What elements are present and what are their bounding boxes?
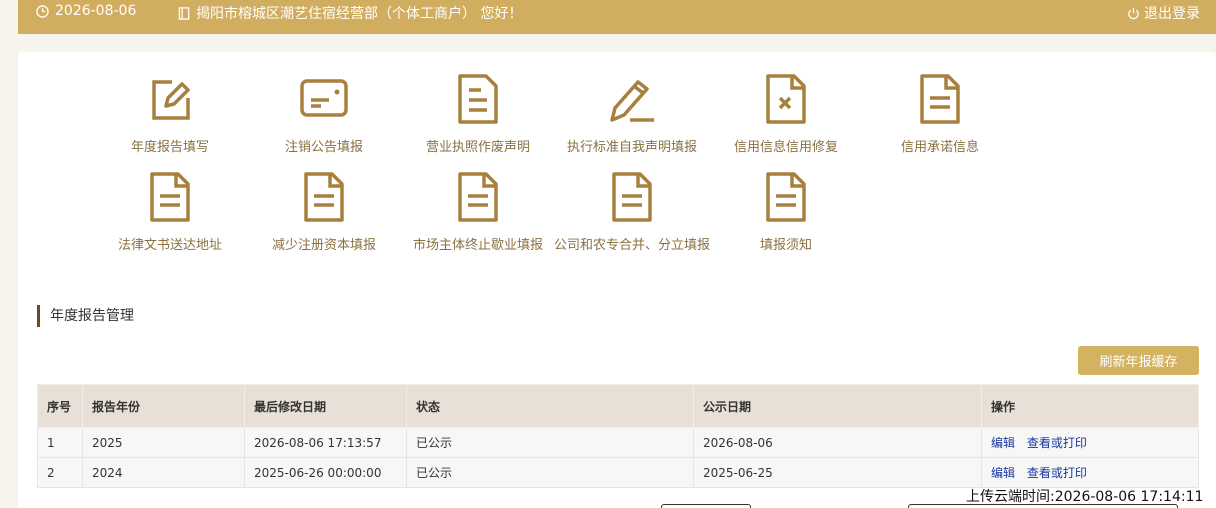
tile-merger-split[interactable]: 公司和农专合并、分立填报 xyxy=(552,172,712,262)
table-row: 1 2025 2026-08-06 17:13:57 已公示 2026-08-0… xyxy=(37,427,1199,458)
col-header: 公示日期 xyxy=(693,384,982,428)
logout-button[interactable]: 退出登录 xyxy=(1127,3,1200,23)
tile-label: 市场主体终止歇业填报 xyxy=(412,238,543,253)
tile-label: 法律文书送达地址 xyxy=(117,238,222,253)
tile-legal-address[interactable]: 法律文书送达地址 xyxy=(90,172,250,262)
main-panel: 年度报告填写 注销公告填报 营业执照作废声明 执行标准自我声明填报 信用信息信用… xyxy=(18,52,1216,508)
document-icon xyxy=(766,172,806,222)
cell-year: 2024 xyxy=(82,457,245,488)
partial-button[interactable] xyxy=(661,504,751,508)
tile-credit-commitment[interactable]: 信用承诺信息 xyxy=(860,74,1020,164)
header-date: 2026-08-06 xyxy=(36,3,136,19)
cell-status: 已公示 xyxy=(406,457,694,488)
tile-label: 执行标准自我声明填报 xyxy=(566,140,697,155)
document-icon xyxy=(304,172,344,222)
date-text: 2026-08-06 xyxy=(55,3,137,19)
col-header: 报告年份 xyxy=(82,384,245,428)
card-icon xyxy=(300,79,348,117)
cell-modified: 2025-06-26 00:00:00 xyxy=(244,457,407,488)
tile-label: 年度报告填写 xyxy=(130,140,209,155)
tile-filing-notes[interactable]: 填报须知 xyxy=(706,172,866,262)
document-icon xyxy=(458,172,498,222)
edit-icon xyxy=(152,80,190,120)
tile-label: 信用承诺信息 xyxy=(900,140,979,155)
tile-standard-declaration[interactable]: 执行标准自我声明填报 xyxy=(552,74,712,164)
tile-label: 公司和农专合并、分立填报 xyxy=(553,238,710,253)
cell-modified: 2026-08-06 17:13:57 xyxy=(244,427,407,458)
tile-capital-reduction[interactable]: 减少注册资本填报 xyxy=(244,172,404,262)
tile-label: 减少注册资本填报 xyxy=(271,238,376,253)
document-x-icon xyxy=(766,74,806,124)
cell-actions: 编辑 查看或打印 xyxy=(981,427,1199,458)
table-row: 2 2024 2025-06-26 00:00:00 已公示 2025-06-2… xyxy=(37,457,1199,488)
greeting-text: 揭阳市榕城区潮艺住宿经营部（个体工商户） 您好！ xyxy=(196,6,523,22)
top-bar: 2026-08-06 揭阳市榕城区潮艺住宿经营部（个体工商户） 您好！ 退出登录 xyxy=(18,0,1216,34)
document-icon xyxy=(920,74,960,124)
document-icon xyxy=(150,172,190,222)
document-icon xyxy=(612,172,652,222)
tile-license-void[interactable]: 营业执照作废声明 xyxy=(398,74,558,164)
cell-publish-date: 2025-06-25 xyxy=(693,457,982,488)
tile-label: 注销公告填报 xyxy=(284,140,363,155)
edit-link[interactable]: 编辑 xyxy=(991,466,1015,480)
logout-label: 退出登录 xyxy=(1144,6,1200,22)
cell-actions: 编辑 查看或打印 xyxy=(981,457,1199,488)
clock-icon xyxy=(36,4,49,18)
section-title: 年度报告管理 xyxy=(37,305,134,327)
col-header: 序号 xyxy=(37,384,83,428)
view-print-link[interactable]: 查看或打印 xyxy=(1027,436,1087,450)
cell-no: 2 xyxy=(37,457,83,488)
pencil-icon xyxy=(610,80,654,122)
view-print-link[interactable]: 查看或打印 xyxy=(1027,466,1087,480)
edit-link[interactable]: 编辑 xyxy=(991,436,1015,450)
cell-year: 2025 xyxy=(82,427,245,458)
tile-annual-report[interactable]: 年度报告填写 xyxy=(90,74,250,164)
col-header: 状态 xyxy=(406,384,694,428)
tile-credit-repair[interactable]: 信用信息信用修复 xyxy=(706,74,866,164)
col-header: 操作 xyxy=(981,384,1199,428)
upload-time: 上传云端时间:2026-08-06 17:14:11 xyxy=(966,489,1204,505)
tile-label: 信用信息信用修复 xyxy=(733,140,838,155)
refresh-cache-button[interactable]: 刷新年报缓存 xyxy=(1078,346,1199,375)
power-icon xyxy=(1128,7,1139,19)
building-icon xyxy=(178,6,190,20)
cell-publish-date: 2026-08-06 xyxy=(693,427,982,458)
cell-no: 1 xyxy=(37,427,83,458)
tile-label: 营业执照作废声明 xyxy=(425,140,530,155)
document-icon xyxy=(458,74,498,124)
col-header: 最后修改日期 xyxy=(244,384,407,428)
tile-label: 填报须知 xyxy=(759,238,812,253)
cell-status: 已公示 xyxy=(406,427,694,458)
tile-cancel-notice[interactable]: 注销公告填报 xyxy=(244,74,404,164)
table-header-row: 序号 报告年份 最后修改日期 状态 公示日期 操作 xyxy=(37,384,1199,428)
header-greeting: 揭阳市榕城区潮艺住宿经营部（个体工商户） 您好！ xyxy=(178,3,522,23)
tile-business-suspension[interactable]: 市场主体终止歇业填报 xyxy=(398,172,558,262)
annual-report-table: 序号 报告年份 最后修改日期 状态 公示日期 操作 1 2025 2026-08… xyxy=(37,384,1199,488)
